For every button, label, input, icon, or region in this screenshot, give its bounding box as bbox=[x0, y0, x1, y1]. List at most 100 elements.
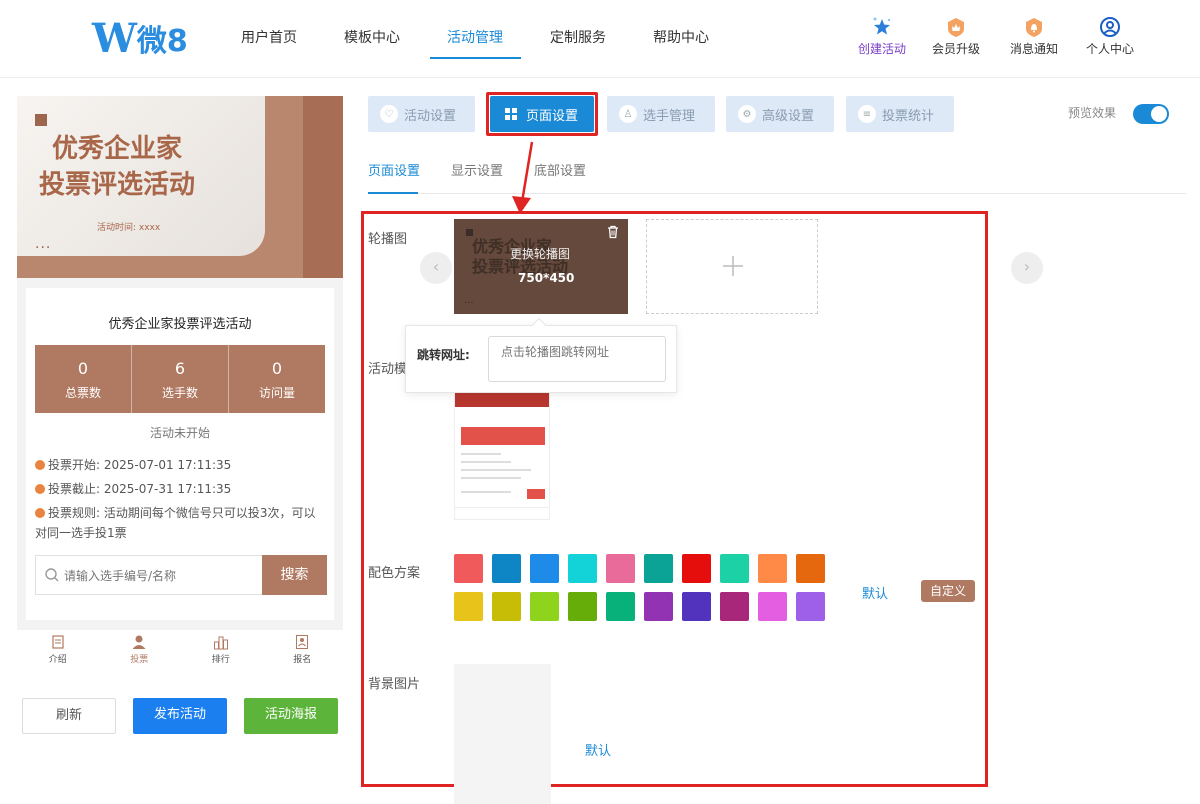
logo[interactable]: W 微8 bbox=[92, 14, 188, 62]
jump-url-label: 跳转网址: bbox=[417, 348, 470, 362]
subtab-page-settings[interactable]: 页面设置 bbox=[368, 160, 420, 179]
create-activity-label: 创建活动 bbox=[857, 42, 906, 56]
settings-icon: ⚙ bbox=[738, 105, 756, 123]
heart-icon: ♡ bbox=[380, 105, 398, 123]
create-activity-link[interactable]: 创建活动 bbox=[847, 16, 917, 57]
color-scheme-label: 配色方案 bbox=[368, 566, 421, 581]
tabbar-item-signup[interactable]: 报名 bbox=[262, 630, 344, 672]
annotation-arrow-icon bbox=[512, 141, 534, 214]
nav-active-underline bbox=[430, 57, 521, 59]
personal-center-link[interactable]: 个人中心 bbox=[1075, 16, 1145, 57]
search-icon bbox=[45, 568, 59, 582]
color-swatch[interactable] bbox=[492, 592, 521, 621]
tabbar-item-rank[interactable]: 排行 bbox=[180, 630, 262, 672]
activity-poster-button[interactable]: 活动海报 bbox=[244, 698, 338, 734]
nav-item-templates[interactable]: 模板中心 bbox=[344, 27, 400, 47]
preview-card-title: 优秀企业家投票评选活动 bbox=[108, 317, 252, 332]
subtab-active-underline bbox=[368, 192, 418, 194]
highlight-box-tab bbox=[486, 92, 598, 136]
color-default-button[interactable]: 默认 bbox=[862, 583, 888, 602]
member-upgrade-link[interactable]: 会员升级 bbox=[921, 16, 991, 57]
logo-mark: W bbox=[92, 14, 137, 62]
color-swatch[interactable] bbox=[796, 592, 825, 621]
change-carousel-text[interactable]: 更换轮播图 bbox=[510, 245, 570, 262]
vote-end-info: 投票截止: 2025-07-31 17:11:35 bbox=[35, 479, 325, 499]
subtab-divider bbox=[368, 193, 1186, 194]
color-swatch[interactable] bbox=[758, 592, 787, 621]
background-image-placeholder[interactable] bbox=[454, 664, 551, 804]
user-circle-icon bbox=[1099, 16, 1121, 38]
jump-url-input[interactable] bbox=[488, 336, 666, 382]
banner-title-line1: 优秀企业家 bbox=[51, 134, 182, 164]
vote-start-info: 投票开始: 2025-07-01 17:11:35 bbox=[35, 455, 325, 475]
trash-icon[interactable] bbox=[606, 225, 620, 239]
bell-badge-icon bbox=[1023, 16, 1045, 38]
logo-text: 微8 bbox=[136, 24, 188, 59]
color-swatch[interactable] bbox=[796, 554, 825, 583]
ranking-icon bbox=[213, 636, 228, 650]
color-swatch[interactable] bbox=[644, 592, 673, 621]
color-swatch[interactable] bbox=[758, 554, 787, 583]
nav-item-home[interactable]: 用户首页 bbox=[241, 27, 297, 47]
bullet-dot-icon bbox=[35, 460, 45, 470]
color-swatch[interactable] bbox=[720, 554, 749, 583]
stats-panel: 0 总票数 6 选手数 0 访问量 bbox=[35, 345, 325, 413]
search-button[interactable]: 搜索 bbox=[262, 555, 327, 595]
preview-effect-label: 预览效果 bbox=[1068, 106, 1117, 120]
carousel-label: 轮播图 bbox=[368, 232, 408, 247]
color-swatch[interactable] bbox=[682, 592, 711, 621]
template-label: 活动模 bbox=[368, 362, 408, 377]
banner-time: 活动时间: xxxx bbox=[97, 223, 161, 233]
tab-advanced-settings[interactable]: ⚙ 高级设置 bbox=[726, 96, 834, 132]
color-swatch[interactable] bbox=[568, 592, 597, 621]
color-swatch[interactable] bbox=[606, 554, 635, 583]
tab-vote-statistics[interactable]: ≡ 投票统计 bbox=[846, 96, 954, 132]
search-input[interactable] bbox=[64, 564, 254, 588]
background-default-button[interactable]: 默认 bbox=[585, 740, 611, 759]
add-carousel-button[interactable] bbox=[646, 219, 818, 314]
color-swatch[interactable] bbox=[720, 592, 749, 621]
color-swatch-row-2 bbox=[454, 592, 825, 621]
carousel-next-button[interactable]: › bbox=[1011, 252, 1043, 284]
list-icon: ≡ bbox=[858, 105, 876, 123]
color-swatch[interactable] bbox=[530, 554, 559, 583]
tabbar-item-vote[interactable]: 投票 bbox=[99, 630, 181, 672]
bullet-dot-icon bbox=[35, 484, 45, 494]
color-swatch[interactable] bbox=[682, 554, 711, 583]
jump-url-popover: 跳转网址: bbox=[405, 317, 677, 393]
carousel-prev-button[interactable]: ‹ bbox=[420, 252, 452, 284]
color-swatch[interactable] bbox=[568, 554, 597, 583]
color-swatch[interactable] bbox=[454, 554, 483, 583]
color-swatch[interactable] bbox=[454, 592, 483, 621]
tab-activity-settings[interactable]: ♡ 活动设置 bbox=[368, 96, 475, 132]
carousel-size-hint: 750*450 bbox=[518, 271, 575, 285]
nav-item-activity[interactable]: 活动管理 bbox=[447, 27, 503, 47]
preview-banner: 优秀企业家 投票评选活动 活动时间: xxxx ... bbox=[17, 96, 343, 278]
stat-visits: 0 访问量 bbox=[258, 359, 295, 400]
message-notice-link[interactable]: 消息通知 bbox=[999, 16, 1069, 57]
color-swatch[interactable] bbox=[530, 592, 559, 621]
stat-total-votes: 0 总票数 bbox=[35, 345, 132, 413]
color-custom-button[interactable]: 自定义 bbox=[921, 580, 975, 602]
tab-contestant-management[interactable]: ♙ 选手管理 bbox=[607, 96, 715, 132]
template-thumbnail[interactable] bbox=[454, 392, 550, 520]
personal-center-label: 个人中心 bbox=[1085, 42, 1134, 56]
stat-contestants: 6 选手数 bbox=[132, 345, 229, 413]
color-swatch[interactable] bbox=[606, 592, 635, 621]
document-icon bbox=[52, 635, 64, 649]
contestant-search: 搜索 bbox=[35, 555, 327, 595]
color-swatch[interactable] bbox=[644, 554, 673, 583]
nav-item-custom[interactable]: 定制服务 bbox=[550, 27, 606, 47]
nav-item-help[interactable]: 帮助中心 bbox=[653, 27, 709, 47]
preview-toggle[interactable] bbox=[1133, 104, 1169, 124]
signup-form-icon bbox=[296, 635, 309, 649]
color-swatch-row-1 bbox=[454, 554, 825, 583]
background-image-label: 背景图片 bbox=[368, 677, 421, 692]
subtab-display-settings[interactable]: 显示设置 bbox=[451, 160, 503, 179]
user-icon bbox=[132, 635, 146, 649]
color-swatch[interactable] bbox=[492, 554, 521, 583]
publish-activity-button[interactable]: 发布活动 bbox=[133, 698, 227, 734]
refresh-button[interactable]: 刷新 bbox=[22, 698, 116, 734]
carousel-image[interactable]: 优秀企业家 投票评选活动 更换轮播图 750*450 ... bbox=[454, 219, 628, 314]
tabbar-item-intro[interactable]: 介绍 bbox=[17, 630, 99, 672]
